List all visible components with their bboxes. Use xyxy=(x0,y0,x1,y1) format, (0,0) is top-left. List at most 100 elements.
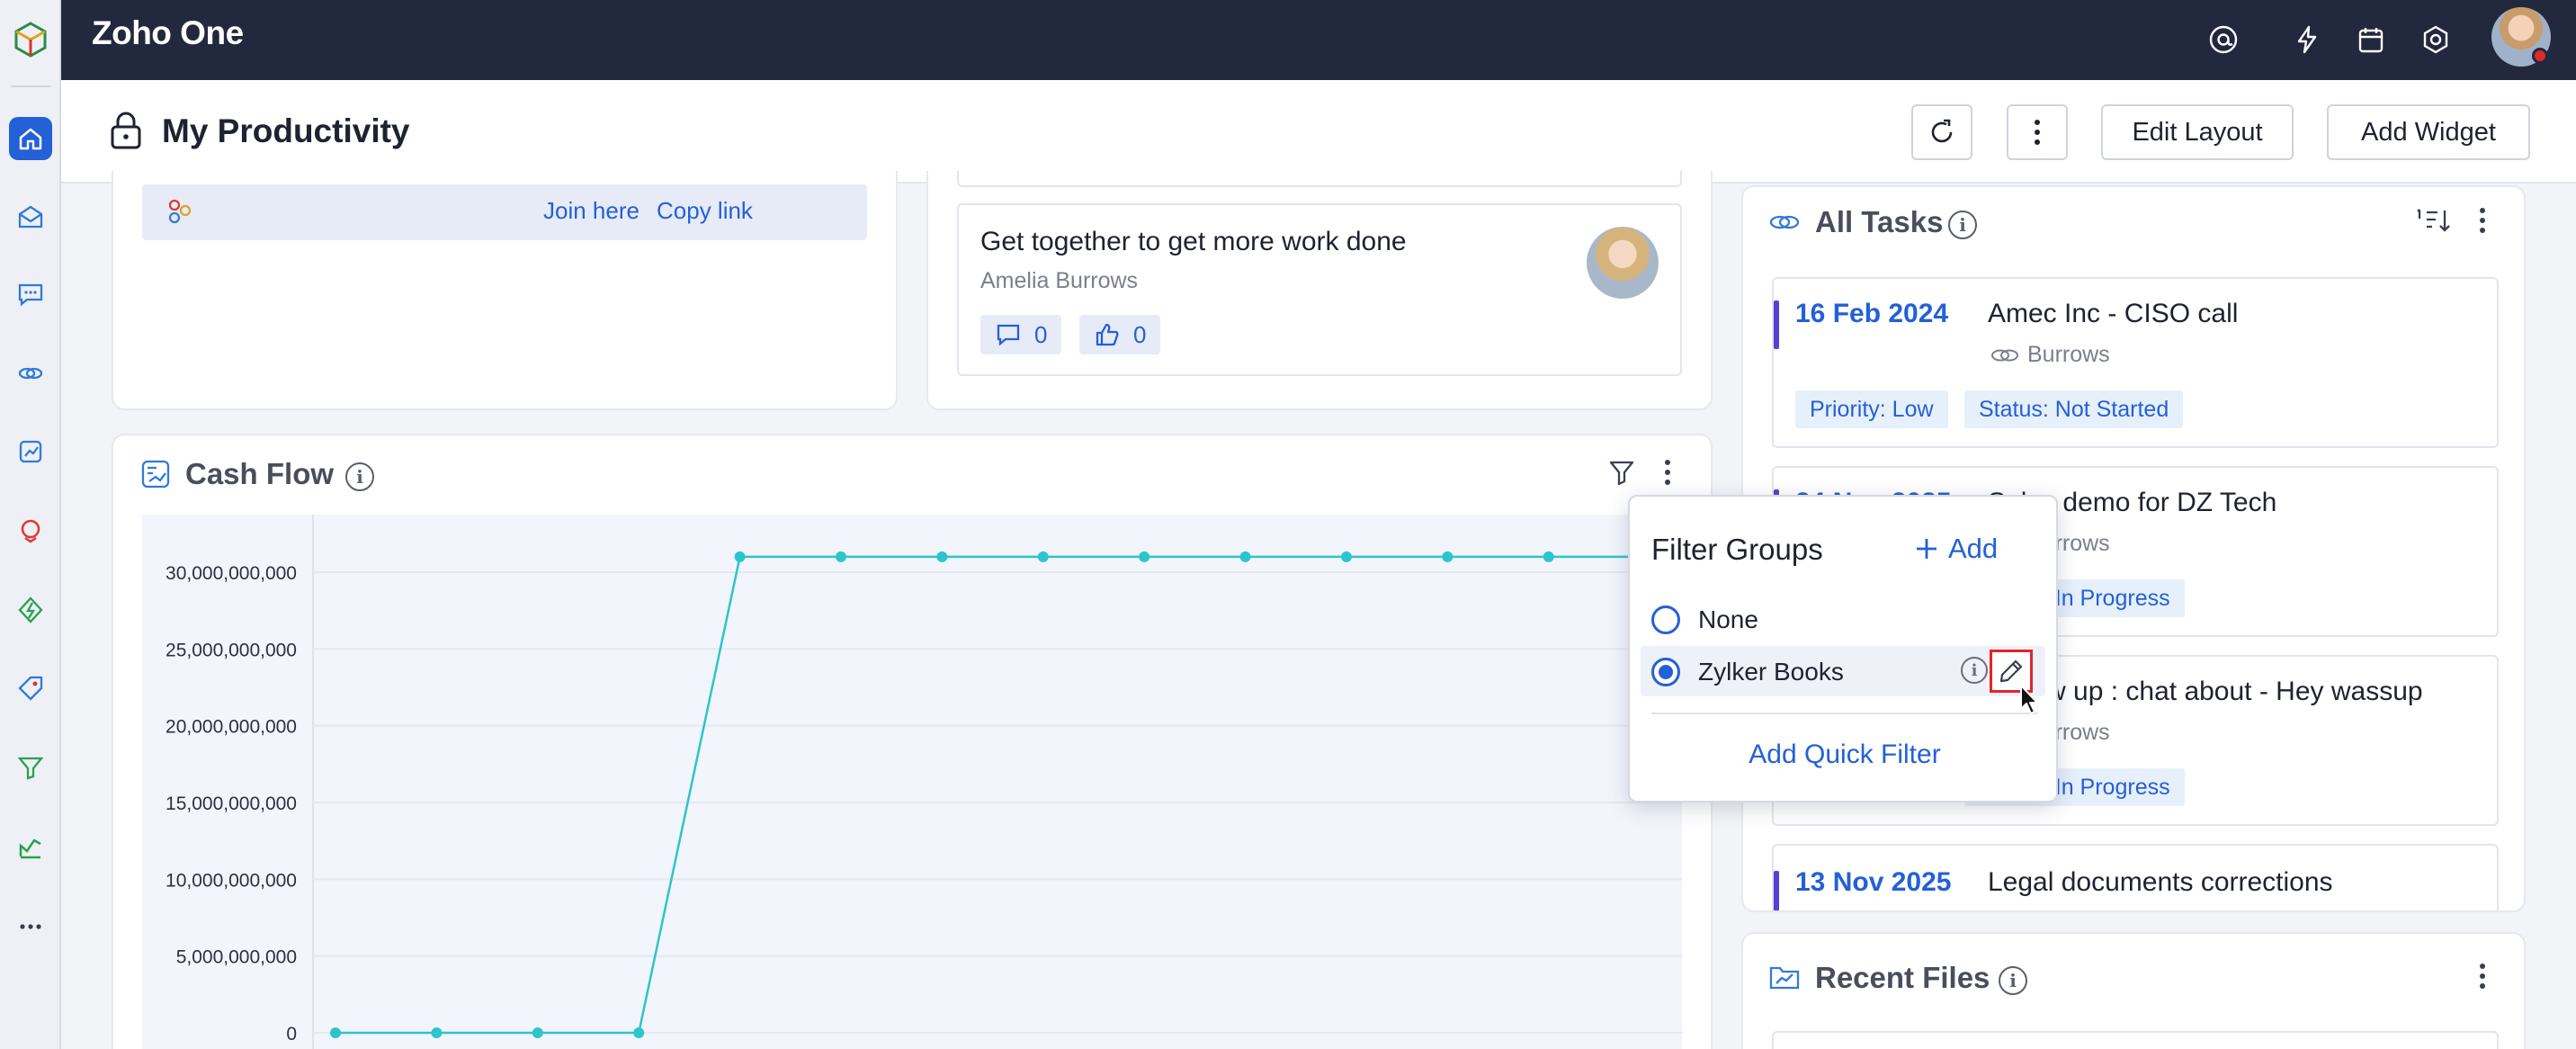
recent-file-edge xyxy=(1772,1031,2499,1049)
app-root: Zoho One My Productivity Edit Layout Add… xyxy=(0,0,2576,1049)
tag-icon[interactable] xyxy=(9,667,52,710)
filter-icon[interactable] xyxy=(1606,457,1637,488)
sort-icon[interactable] xyxy=(2416,205,2452,236)
page-title: My Productivity xyxy=(162,112,410,149)
rail-separator xyxy=(11,85,50,87)
join-here-link[interactable]: Join here xyxy=(543,197,640,225)
brand-name[interactable]: Zoho One xyxy=(92,14,244,52)
tasks-menu-icon[interactable] xyxy=(2477,205,2488,236)
data-point[interactable] xyxy=(633,1027,645,1038)
radio-none[interactable] xyxy=(1651,605,1680,634)
filter-option-zylker-books[interactable]: Zylker Books i xyxy=(1641,646,2045,696)
status-tag: Status: Not Started xyxy=(1964,390,2184,428)
lightning-icon[interactable] xyxy=(2287,20,2327,59)
filter-option-none[interactable]: None xyxy=(1641,594,2045,644)
recent-files-title: Recent Files xyxy=(1815,961,1990,994)
add-filter-group-button[interactable]: Add xyxy=(1914,533,1998,565)
add-filter-group-label: Add xyxy=(1948,533,1999,564)
thumbs-up-icon xyxy=(1096,323,1119,346)
priority-tag: Priority: Low xyxy=(1795,390,1948,428)
support-icon[interactable] xyxy=(9,509,52,552)
mail-icon[interactable] xyxy=(9,195,52,238)
data-point[interactable] xyxy=(1442,551,1453,562)
post-author-avatar xyxy=(1587,227,1659,299)
home-icon[interactable] xyxy=(9,117,52,160)
series-line xyxy=(335,555,1650,1035)
projects-icon[interactable] xyxy=(9,352,52,395)
add-widget-button[interactable]: Add Widget xyxy=(2327,104,2530,160)
task-accent-bar xyxy=(1774,300,1779,349)
meeting-row: Join here Copy link xyxy=(142,184,867,240)
task-project-icon xyxy=(1991,349,2018,362)
data-point[interactable] xyxy=(532,1027,543,1038)
task-date: 16 Feb 2024 xyxy=(1795,299,1949,328)
y-tick-label: 15,000,000,000 xyxy=(165,793,297,814)
data-point[interactable] xyxy=(1341,551,1352,562)
edit-layout-button[interactable]: Edit Layout xyxy=(2101,104,2294,160)
copy-link[interactable]: Copy link xyxy=(657,197,753,225)
data-point[interactable] xyxy=(1543,551,1554,562)
meeting-app-icon xyxy=(168,199,192,224)
more-apps-icon[interactable] xyxy=(9,905,52,948)
y-tick-label: 0 xyxy=(286,1024,297,1045)
comment-count: 0 xyxy=(1034,320,1048,348)
chat-icon[interactable] xyxy=(9,273,52,316)
task-title[interactable]: Legal documents corrections xyxy=(1988,867,2333,898)
filter-groups-title: Filter Groups xyxy=(1651,533,1823,566)
cashflow-app-icon[interactable] xyxy=(9,430,52,473)
like-button[interactable]: 0 xyxy=(1079,315,1161,354)
filter-option-label: None xyxy=(1698,605,1758,633)
tasks-icon xyxy=(1769,215,1800,229)
y-tick-label: 5,000,000,000 xyxy=(176,947,297,968)
tasks-info-icon[interactable]: i xyxy=(1948,211,1977,239)
task-accent-bar xyxy=(1774,871,1779,910)
data-point[interactable] xyxy=(1239,551,1251,562)
analytics-icon[interactable] xyxy=(9,826,52,869)
data-point[interactable] xyxy=(431,1027,443,1038)
task-item[interactable]: 13 Nov 2025 Legal documents corrections xyxy=(1772,844,2499,910)
data-point[interactable] xyxy=(734,551,746,562)
task-date: 13 Nov 2025 xyxy=(1795,867,1952,897)
recent-files-menu-icon[interactable] xyxy=(2477,961,2488,991)
feed-post[interactable]: Get together to get more work done Ameli… xyxy=(957,203,1682,376)
recent-files-icon xyxy=(1769,966,1800,990)
recent-files-info-icon[interactable]: i xyxy=(1999,966,2027,995)
cashflow-info-icon[interactable]: i xyxy=(345,462,374,491)
filter-option-label: Zylker Books xyxy=(1698,658,1844,686)
cashflow-menu-icon[interactable] xyxy=(1662,457,1673,488)
data-point[interactable] xyxy=(936,551,948,562)
y-tick-label: 10,000,000,000 xyxy=(165,870,297,891)
cashflow-chart: 30,000,000,000 25,000,000,000 20,000,000,0… xyxy=(142,515,1682,1049)
y-tick-label: 30,000,000,000 xyxy=(165,563,297,584)
data-point[interactable] xyxy=(836,551,846,562)
data-point[interactable] xyxy=(330,1027,341,1038)
top-bar: Zoho One xyxy=(61,0,2576,80)
zoho-one-logo-icon[interactable] xyxy=(9,18,52,61)
refresh-button[interactable] xyxy=(1911,104,1972,160)
cashflow-chart-svg: 30,000,000,000 25,000,000,000 20,000,000,0… xyxy=(165,515,1682,1049)
settings-icon[interactable] xyxy=(2416,20,2455,59)
cashflow-title: Cash Flow xyxy=(185,457,335,490)
task-title[interactable]: Amec Inc - CISO call xyxy=(1988,299,2238,329)
previous-post-edge xyxy=(957,171,1682,187)
mentions-icon[interactable] xyxy=(2204,20,2243,59)
comment-button[interactable]: 0 xyxy=(980,315,1062,354)
popup-divider xyxy=(1651,713,2038,714)
radio-zylker-books[interactable] xyxy=(1651,658,1680,686)
filter-info-icon[interactable]: i xyxy=(1961,657,1988,684)
post-title[interactable]: Get together to get more work done xyxy=(980,227,1407,257)
funnel-app-icon[interactable] xyxy=(9,746,52,789)
cashflow-icon xyxy=(141,460,170,489)
calendar-icon[interactable] xyxy=(2351,20,2391,59)
y-tick-label: 25,000,000,000 xyxy=(165,640,297,660)
lock-icon xyxy=(111,112,141,149)
data-point[interactable] xyxy=(1139,551,1150,562)
filter-groups-popup: Filter Groups Add None Zylker Books i Ad… xyxy=(1628,495,2058,802)
more-options-button[interactable] xyxy=(2007,104,2068,160)
flow-icon[interactable] xyxy=(9,588,52,632)
pencil-icon xyxy=(1999,659,2023,683)
mouse-cursor-icon xyxy=(2020,685,2038,714)
data-point[interactable] xyxy=(1037,551,1049,562)
add-quick-filter-link[interactable]: Add Quick Filter xyxy=(1630,740,2060,770)
task-item[interactable]: 16 Feb 2024 Amec Inc - CISO call Burrows… xyxy=(1772,277,2499,448)
